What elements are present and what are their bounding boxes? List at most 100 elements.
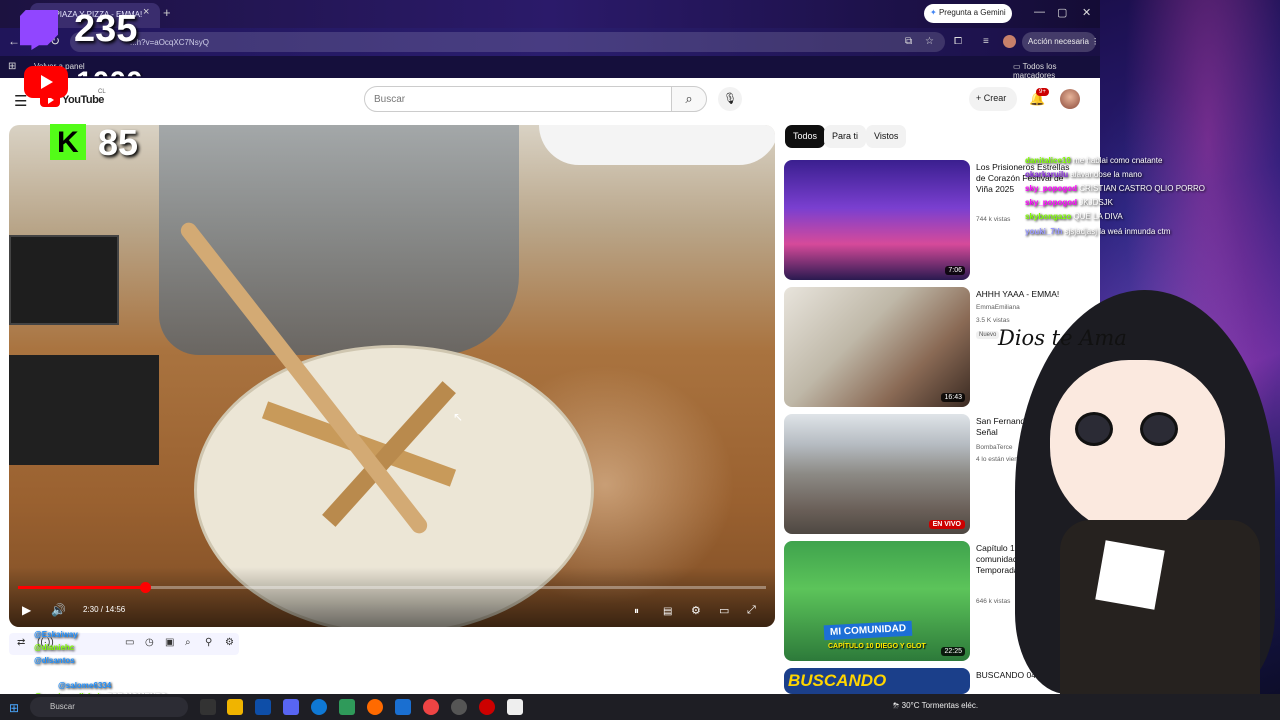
chat-text: CRISTIAN CASTRO QLIO PORRO: [1079, 184, 1206, 193]
extensions-icon[interactable]: ⧠: [954, 36, 962, 47]
chat-message: sky_popogod CRISTIAN CASTRO QLIO PORRO: [1025, 184, 1205, 193]
chip-para-ti[interactable]: Para ti: [824, 125, 867, 148]
vtuber-caption: Dios te Ama: [998, 326, 1127, 350]
chat-text: alavandose la mano: [1070, 170, 1142, 179]
gemini-icon: ✦: [930, 8, 937, 17]
chat-username: okarkaruilu: [1025, 170, 1071, 179]
chat-username: youki_7th: [1025, 227, 1065, 236]
vtuber-eye-left: [1075, 412, 1113, 446]
gemini-button[interactable]: ✦ Pregunta a Gemini: [924, 4, 1012, 23]
video-thumbnail-3[interactable]: EN VIVO: [784, 414, 970, 534]
cast-icon[interactable]: ⧉: [905, 36, 912, 47]
video-duration: 7:06: [945, 266, 965, 275]
youtube-overlay-icon: [24, 66, 68, 98]
obs-icon[interactable]: [451, 699, 467, 715]
app-icon-white[interactable]: [507, 699, 523, 715]
discord-icon[interactable]: [283, 699, 299, 715]
progress-bar[interactable]: [18, 582, 766, 593]
kick-logo-icon: K: [50, 124, 86, 160]
microphone-icon[interactable]: 🎙: [718, 87, 742, 111]
live-badge: EN VIVO: [928, 520, 965, 529]
video-meta-2: 3.5 K vistas: [976, 317, 1010, 324]
subtitles-icon[interactable]: ▤: [663, 606, 672, 617]
clock-icon[interactable]: ◷: [145, 637, 154, 648]
profile-avatar-icon[interactable]: [1003, 35, 1016, 48]
video-thumbnail-2[interactable]: 16:43: [784, 287, 970, 407]
weather-widget[interactable]: ⛈ 30°C Tormentas eléc.: [893, 701, 978, 711]
all-bookmarks-link[interactable]: ▭ Todos los marcadores: [1013, 62, 1100, 80]
chat-message: danitalice10 me hablai como cnatante: [1025, 156, 1162, 165]
create-label: Crear: [983, 93, 1007, 103]
chat-message: @Eskaiway: [34, 630, 78, 639]
video-thumbnail-1[interactable]: 7:06: [784, 160, 970, 280]
url-input[interactable]: ...h?v=aOcqXC7NsyQ: [70, 32, 945, 52]
chat-username: @Eskaiway: [34, 630, 78, 639]
apps-grid-icon[interactable]: ⊞: [8, 61, 16, 72]
thumb-text-buscando: BUSCANDO: [788, 671, 887, 690]
chrome-icon[interactable]: [423, 699, 439, 715]
account-avatar[interactable]: [1060, 89, 1080, 109]
video-thumbnail-4[interactable]: MI COMUNIDAD CAPÍTULO 10 DIEGO Y GLOT 22…: [784, 541, 970, 661]
volume-icon[interactable]: 🔊: [51, 603, 66, 617]
settings-gear-icon[interactable]: ⚙: [691, 604, 701, 617]
youtube-logo-text: YouTube: [62, 94, 104, 106]
fullscreen-icon[interactable]: ⤢: [747, 604, 756, 617]
search-icon[interactable]: ⌕: [671, 86, 707, 112]
vtuber-collar: [1095, 540, 1165, 610]
thumb-text-mi-comunidad: MI COMUNIDAD: [823, 620, 913, 641]
back-icon[interactable]: ←: [8, 34, 20, 48]
task-view-icon[interactable]: [200, 699, 216, 715]
chat-message: @dlsantos: [34, 656, 75, 665]
chat-username: @dlsantos: [34, 656, 75, 665]
firefox-icon[interactable]: [367, 699, 383, 715]
close-window-icon[interactable]: ✕: [1082, 6, 1091, 19]
bookmark-star-icon[interactable]: ☆: [925, 36, 934, 47]
chat-username: danitalice10: [1025, 156, 1074, 165]
screen-icon[interactable]: ▣: [165, 637, 174, 648]
video-toolbox-lower: [9, 355, 159, 465]
pin-icon[interactable]: ⚲: [205, 637, 212, 648]
loop-icon[interactable]: ⇄: [17, 637, 25, 648]
vtuber-body: [1060, 520, 1260, 694]
settings-tool-icon[interactable]: ⚙: [225, 637, 234, 648]
chip-vistos[interactable]: Vistos: [866, 125, 907, 148]
minimize-icon[interactable]: —: [1034, 6, 1045, 18]
video-duration: 22:25: [941, 647, 965, 656]
opera-icon[interactable]: [479, 699, 495, 715]
chat-text: sjsjadjasj la weá inmunda ctm: [1064, 227, 1171, 236]
file-explorer-icon[interactable]: [227, 699, 243, 715]
app-icon[interactable]: [339, 699, 355, 715]
autoplay-toggle-icon[interactable]: ⏸: [634, 606, 639, 617]
chat-text: me hablai como cnatante: [1073, 156, 1163, 165]
media-icon[interactable]: ≡: [983, 36, 989, 47]
action-needed-button[interactable]: Acción necesaria ⋮: [1022, 32, 1099, 52]
notification-count-badge: 9+: [1036, 88, 1049, 96]
tab-close-icon[interactable]: ×: [143, 6, 149, 18]
window-icon[interactable]: ▭: [125, 637, 134, 648]
search-input[interactable]: Buscar: [364, 86, 672, 112]
edge-icon[interactable]: [311, 699, 327, 715]
video-channel-2[interactable]: EmmaEmiliana: [976, 303, 1076, 313]
search-tool-icon[interactable]: ⌕: [185, 637, 191, 648]
video-player[interactable]: ↖ ▶ 🔊 2:30 / 14:56 ⏸ ▤ ⚙ ▭ ⤢: [9, 125, 775, 627]
chat-username: @dianiehc: [34, 643, 75, 652]
country-code: CL: [98, 89, 106, 95]
vs-icon[interactable]: [395, 699, 411, 715]
create-button[interactable]: + Crear: [969, 87, 1017, 111]
play-icon[interactable]: ▶: [22, 603, 31, 617]
mouse-cursor-icon: ↖: [453, 410, 464, 424]
chat-message: sky_popogod JKJDSJK: [1025, 198, 1113, 207]
video-title-2[interactable]: AHHH YAAA - EMMA!: [976, 289, 1076, 300]
windows-start-icon[interactable]: ⊞: [9, 701, 19, 715]
theater-mode-icon[interactable]: ▭: [719, 604, 729, 617]
taskbar-search[interactable]: Buscar: [30, 697, 188, 717]
vscode-icon[interactable]: [255, 699, 271, 715]
chat-username: skybongazo: [1025, 212, 1074, 221]
video-person: [159, 125, 519, 355]
video-toolbox: [9, 235, 119, 325]
chip-todos[interactable]: Todos: [785, 125, 826, 148]
maximize-icon[interactable]: ▢: [1057, 6, 1067, 19]
new-tab-icon[interactable]: +: [163, 5, 171, 20]
action-needed-label: Acción necesaria: [1028, 37, 1089, 46]
video-thumbnail-5[interactable]: BUSCANDO: [784, 668, 970, 694]
